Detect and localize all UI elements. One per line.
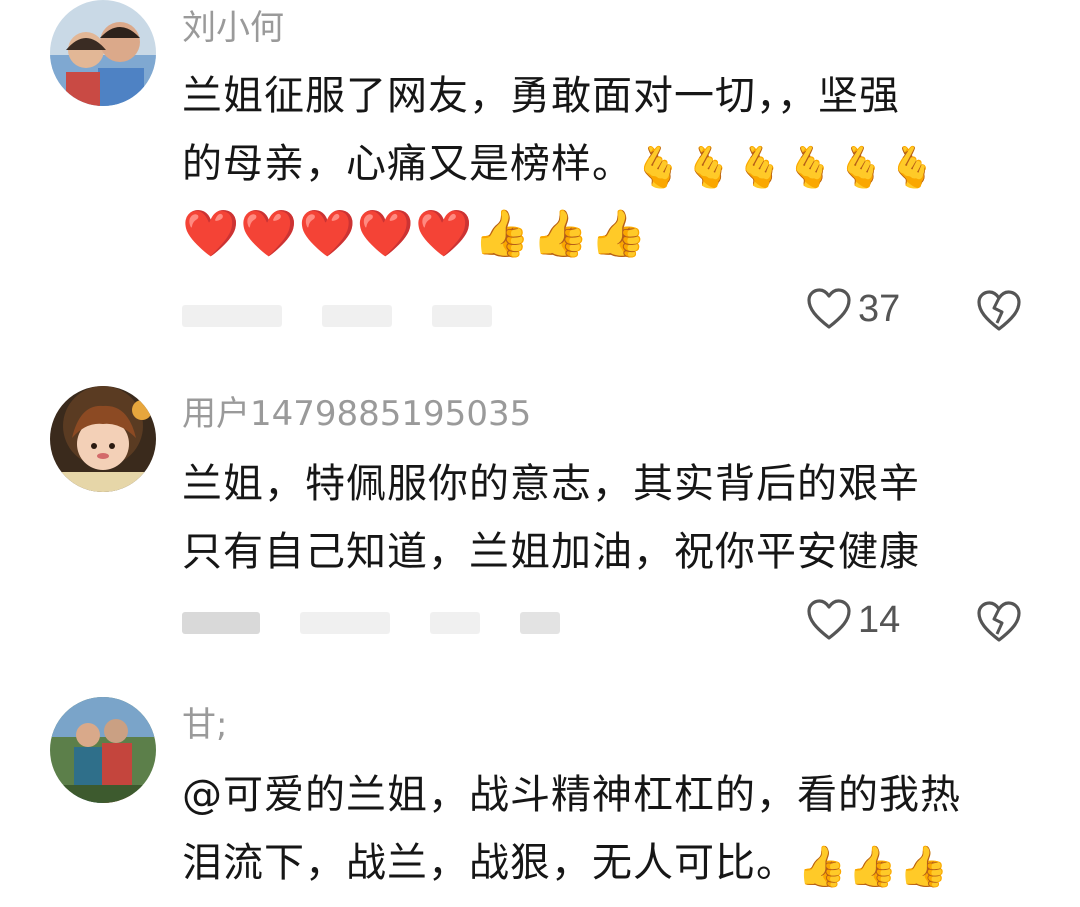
like-count: 14 — [858, 598, 901, 641]
like-button[interactable]: 37 — [806, 287, 900, 331]
dislike-button[interactable] — [975, 600, 1023, 648]
comment-line: @可爱的兰姐，战斗精神杠杠的，看的我热 — [182, 772, 961, 818]
comment-line-with-emoji: 的母亲，心痛又是榜样。🫰🫰🫰🫰🫰🫰 — [182, 130, 1042, 198]
dislike-button[interactable] — [975, 289, 1023, 337]
comment-text: 兰姐，特佩服你的意志，其实背后的艰辛 只有自己知道，兰姐加油，祝你平安健康 — [182, 450, 1042, 586]
like-count: 37 — [858, 287, 901, 330]
comment-line: 只有自己知道，兰姐加油，祝你平安健康 — [182, 529, 920, 575]
heart-and-thumbs-emoji: ❤️❤️❤️❤️❤️👍👍👍 — [182, 206, 649, 260]
comment-line: 兰姐征服了网友，勇敢面对一切，，坚强 — [182, 73, 900, 119]
username[interactable]: 甘; — [182, 705, 227, 745]
comment-text: @可爱的兰姐，战斗精神杠杠的，看的我热 泪流下，战兰，战狠，无人可比。👍👍👍 — [182, 761, 1042, 897]
like-button[interactable]: 14 — [806, 598, 900, 642]
comment-meta-blurred — [182, 603, 560, 643]
comment-meta-blurred — [182, 296, 492, 336]
emoji-line: ❤️❤️❤️❤️❤️👍👍👍 — [182, 198, 1042, 266]
comment-text: 兰姐征服了网友，勇敢面对一切，，坚强 的母亲，心痛又是榜样。🫰🫰🫰🫰🫰🫰 ❤️❤… — [182, 62, 1042, 266]
broken-heart-icon — [977, 290, 1021, 331]
avatar[interactable] — [50, 697, 156, 803]
comment-line: 的母亲，心痛又是榜样。 — [182, 141, 633, 187]
comment-line: 兰姐，特佩服你的意志，其实背后的艰辛 — [182, 461, 920, 507]
avatar[interactable] — [50, 386, 156, 492]
thumbs-up-emoji: 👍👍👍 — [797, 844, 950, 890]
heart-outline-icon — [807, 599, 851, 640]
comment-line-with-emoji: 泪流下，战兰，战狠，无人可比。👍👍👍 — [182, 829, 1042, 897]
comment-line: 泪流下，战兰，战狠，无人可比。 — [182, 840, 797, 886]
hand-heart-emoji: 🫰🫰🫰🫰🫰🫰 — [633, 145, 938, 191]
username[interactable]: 用户1479885195035 — [182, 394, 531, 434]
heart-outline-icon — [807, 288, 851, 329]
broken-heart-icon — [977, 601, 1021, 642]
avatar[interactable] — [50, 0, 156, 106]
username[interactable]: 刘小何 — [182, 8, 284, 48]
